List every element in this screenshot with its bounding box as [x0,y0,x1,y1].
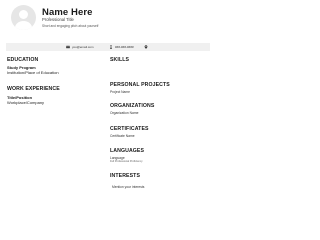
organizations-heading: ORGANIZATIONS [110,103,155,109]
interest-item: Mention your interests [112,185,145,189]
avatar-body-shape [15,21,32,30]
interests-heading: INTERESTS [110,173,141,179]
pitch-text: Short and engaging pitch about yourself [42,24,99,28]
avatar [11,5,36,30]
resume-header: Name Here Professional Title Short and e… [0,0,215,40]
languages-heading: LANGUAGES [110,148,145,154]
email-text: you@email.com [72,45,94,49]
phone-text: ###-###-#### [115,45,134,49]
workplace: Workplace/Company [7,100,45,105]
skills-heading: SKILLS [110,57,130,63]
institution: Institution/Place of Education [7,70,59,75]
project-name: Project Name [110,90,130,94]
avatar-head-shape [19,10,28,19]
education-heading: EDUCATION [7,57,39,63]
certificate-name: Certificate Name [110,134,135,138]
professional-title: Professional Title [42,17,74,22]
contact-location [144,44,150,50]
envelope-icon [66,45,70,49]
contact-bar: you@email.com ###-###-#### [6,43,210,51]
work-experience-heading: WORK EXPERIENCE [7,86,60,92]
contact-phone: ###-###-#### [109,44,134,50]
language-proficiency: Full Professional Proficiency [110,160,143,163]
organization-name: Organization Name [110,111,139,115]
certificates-heading: CERTIFICATES [110,126,149,132]
personal-projects-heading: PERSONAL PROJECTS [110,82,170,88]
location-pin-icon [144,45,148,49]
phone-icon [110,45,112,49]
contact-email: you@email.com [66,44,94,50]
